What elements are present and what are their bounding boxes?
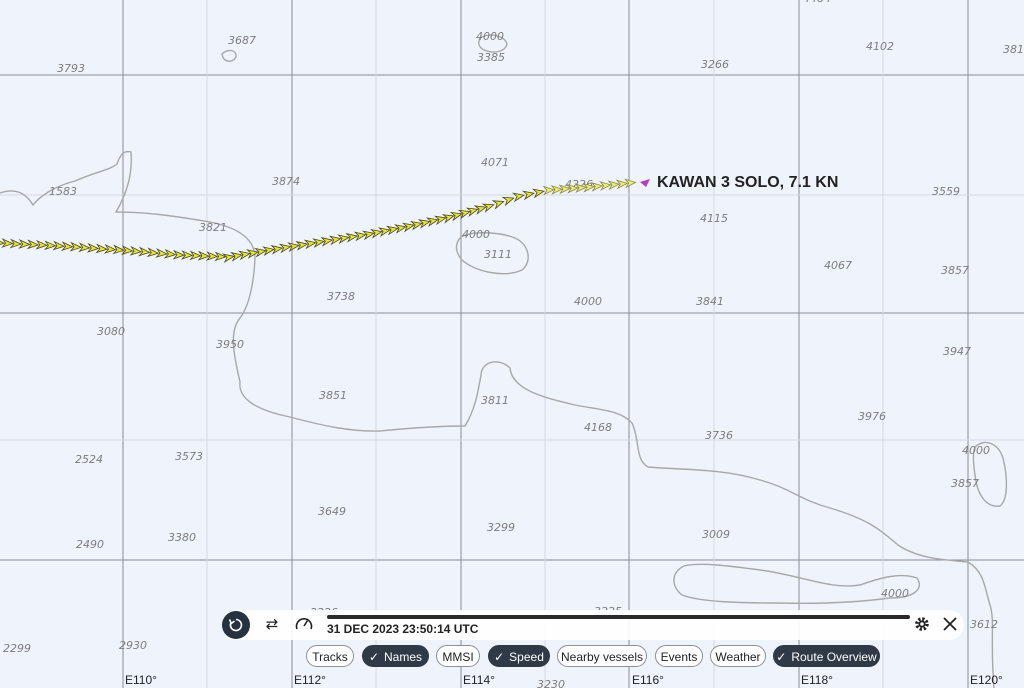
check-icon: ✓ <box>368 650 380 664</box>
depth-sounding-label: 4000 <box>881 587 909 600</box>
filter-chip-names[interactable]: ✓ Names <box>362 645 429 667</box>
track-arrow <box>501 196 515 207</box>
depth-soundings: 37933687 4000338532664102 3814071422638741… <box>3 0 1024 688</box>
depth-sounding-label: 4000 <box>574 295 602 308</box>
track-arrow <box>481 203 495 213</box>
filter-chip-weather[interactable]: Weather <box>710 645 766 667</box>
depth-sounding-label: 3947 <box>943 345 971 358</box>
depth-sounding-label: 3111 <box>484 248 512 261</box>
depth-sounding-label: 4102 <box>866 40 894 53</box>
depth-sounding-label: 4071 <box>481 156 509 169</box>
depth-sounding-label: 2490 <box>76 538 104 551</box>
map-minor-grid <box>0 0 1024 688</box>
filter-chip-events[interactable]: Events <box>655 645 703 667</box>
vessel-name-label[interactable]: KAWAN 3 SOLO, 7.1 KN <box>657 174 838 191</box>
map-grid <box>0 0 1024 688</box>
depth-sounding-label: 3857 <box>941 264 969 277</box>
depth-sounding-label: 3559 <box>932 185 960 198</box>
depth-sounding-label: 3299 <box>487 521 515 534</box>
longitude-label: E120° <box>970 673 1003 687</box>
longitude-label: E112° <box>294 673 326 687</box>
depth-sounding-label: 4000 <box>462 228 490 241</box>
longitude-label: E116° <box>632 673 664 687</box>
check-icon: ✓ <box>494 650 505 664</box>
depth-sounding-label: 4115 <box>700 212 728 225</box>
depth-sounding-label: 3612 <box>970 618 998 631</box>
depth-sounding-label: 3687 <box>228 34 256 47</box>
track-arrow <box>491 200 505 210</box>
longitude-label: E110° <box>125 673 157 687</box>
filter-chip-speed[interactable]: ✓ Speed <box>488 645 550 667</box>
track-arrow <box>512 192 525 203</box>
replay-icon <box>228 618 243 632</box>
depth-sounding-label: 3874 <box>272 175 300 188</box>
depth-sounding-label: 3230 <box>537 678 565 688</box>
depth-sounding-label: 4484 <box>803 0 831 5</box>
close-icon[interactable] <box>940 614 960 634</box>
filter-chip-mmsi[interactable]: MMSI <box>436 645 480 667</box>
swap-direction-icon[interactable]: ⇄ <box>262 614 282 634</box>
track-arrow <box>532 188 545 199</box>
longitude-label: E114° <box>463 673 495 687</box>
filter-chip-tracks[interactable]: Tracks <box>306 645 354 667</box>
depth-sounding-label: 3857 <box>951 477 979 490</box>
depth-contours <box>0 34 1008 688</box>
depth-sounding-label: 3385 <box>477 51 505 64</box>
playback-bar: ⇄ 31 DEC 2023 23:50:14 UTC <box>222 610 964 640</box>
filter-chip-route-overview[interactable]: ✓ Route Overview <box>773 645 880 667</box>
depth-sounding-label: 4168 <box>584 421 612 434</box>
depth-sounding-label: 2930 <box>119 639 147 652</box>
longitude-label: E118° <box>801 673 833 687</box>
depth-sounding-label: 3793 <box>57 62 85 75</box>
depth-sounding-label: 4000 <box>962 444 990 457</box>
depth-sounding-label: 3266 <box>701 58 729 71</box>
filter-chip-nearby-vessels[interactable]: Nearby vessels <box>557 645 647 667</box>
timeline-slider[interactable] <box>327 615 910 619</box>
depth-sounding-label: 2524 <box>75 453 103 466</box>
settings-gear-icon[interactable] <box>912 614 932 634</box>
depth-sounding-label: 381 <box>1003 43 1024 56</box>
depth-sounding-label: 3851 <box>319 389 347 402</box>
depth-sounding-label: 3009 <box>702 528 730 541</box>
track-arrow <box>522 190 535 201</box>
depth-sounding-label: 3841 <box>696 295 724 308</box>
depth-sounding-label: 4000 <box>476 30 504 43</box>
depth-sounding-label: 3080 <box>97 325 125 338</box>
depth-sounding-label: 3738 <box>327 290 355 303</box>
playback-timestamp: 31 DEC 2023 23:50:14 UTC <box>327 622 479 636</box>
depth-sounding-label: 3573 <box>175 450 203 463</box>
depth-sounding-label: 3821 <box>199 221 227 234</box>
depth-sounding-label: 3649 <box>318 505 346 518</box>
depth-sounding-label: 2299 <box>3 642 31 655</box>
replay-button[interactable] <box>222 611 250 639</box>
depth-sounding-label: 1583 <box>49 185 77 198</box>
vessel-track <box>0 178 637 264</box>
depth-sounding-label: 3811 <box>481 394 509 407</box>
nautical-map[interactable]: 37933687 4000338532664102 3814071422638741… <box>0 0 1024 688</box>
depth-sounding-label: 3950 <box>216 338 244 351</box>
vessel-position-marker[interactable] <box>640 179 650 187</box>
depth-sounding-label: 4067 <box>824 259 852 272</box>
depth-sounding-label: 3976 <box>858 410 886 423</box>
depth-sounding-label: 3736 <box>705 429 733 442</box>
depth-sounding-label: 3380 <box>168 531 196 544</box>
check-icon: ✓ <box>776 650 787 664</box>
speedometer-icon[interactable] <box>294 614 314 634</box>
